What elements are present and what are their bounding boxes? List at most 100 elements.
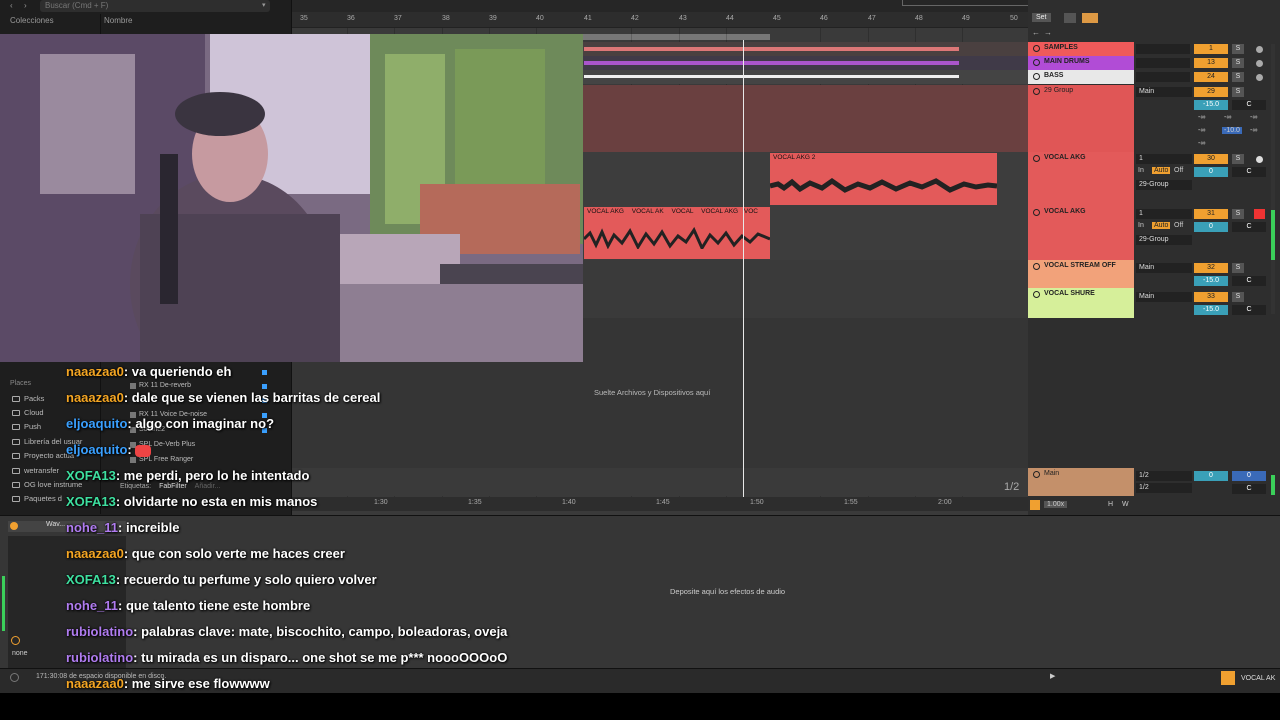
track-samples[interactable]: SAMPLES — [1028, 42, 1134, 56]
monitor-auto[interactable]: Auto — [1152, 222, 1171, 229]
volume-field[interactable]: -15.0 — [1194, 276, 1228, 286]
send-value[interactable]: -∞ — [1250, 114, 1257, 121]
time-ruler[interactable]: 1:30 1:35 1:40 1:45 1:50 1:55 2:00 — [292, 497, 1028, 511]
track-vocal-akg-2[interactable]: VOCAL AKG — [1028, 206, 1134, 260]
track-29-group[interactable]: 29 Group — [1028, 85, 1134, 152]
monitor-off[interactable]: Off — [1174, 167, 1183, 174]
monitor-off[interactable]: Off — [1174, 222, 1183, 229]
track-number[interactable]: 32 — [1194, 263, 1228, 273]
volume-field[interactable]: -15.0 — [1194, 305, 1228, 315]
place-cloud[interactable]: Cloud — [12, 406, 44, 419]
lane-main[interactable]: 1/2 — [292, 468, 1028, 496]
fold-icon[interactable] — [1033, 291, 1040, 298]
arm-icon[interactable] — [1256, 74, 1263, 81]
solo-button[interactable]: S — [1232, 87, 1244, 97]
place-push[interactable]: Push — [12, 420, 41, 433]
arrow-right-icon[interactable]: → — [1044, 28, 1052, 37]
fold-icon[interactable] — [1033, 155, 1040, 162]
device-item[interactable]: SPL Free Ranger — [130, 456, 193, 463]
device-power-icon[interactable] — [10, 522, 18, 530]
preset-none[interactable]: none — [12, 650, 28, 657]
pan-field[interactable]: C — [1232, 222, 1266, 232]
monitor-in[interactable]: In — [1138, 167, 1144, 174]
solo-button[interactable]: S — [1232, 72, 1244, 82]
fold-icon[interactable] — [1033, 263, 1040, 270]
fold-icon[interactable] — [1033, 59, 1040, 66]
h-button[interactable]: H — [1108, 501, 1113, 508]
output-routing[interactable]: 29-Group — [1136, 180, 1192, 190]
solo-button[interactable]: S — [1232, 154, 1244, 164]
device-item[interactable]: RX 11 De-reverb — [130, 382, 191, 389]
output-routing[interactable]: Main — [1136, 263, 1192, 273]
volume-field[interactable]: 0 — [1194, 222, 1228, 232]
track-bass[interactable]: BASS — [1028, 70, 1134, 84]
track-vocal-akg-1[interactable]: VOCAL AKG — [1028, 152, 1134, 206]
selected-track-indicator[interactable]: VOCAL AK — [1221, 669, 1275, 687]
pan-field[interactable]: C — [1232, 484, 1266, 494]
fold-icon[interactable] — [1033, 45, 1040, 52]
expand-icon[interactable] — [1064, 13, 1076, 23]
output-routing[interactable]: Main — [1136, 292, 1192, 302]
pan-field[interactable]: C — [1232, 305, 1266, 315]
arm-icon[interactable] — [1256, 60, 1263, 67]
track-vocal-stream-off[interactable]: VOCAL STREAM OFF — [1028, 260, 1134, 288]
w-button[interactable]: W — [1122, 501, 1129, 508]
solo-button[interactable]: S — [1232, 263, 1244, 273]
name-column-header[interactable]: Nombre — [104, 16, 132, 25]
cue-volume-field[interactable]: 0 — [1232, 471, 1266, 481]
track-number[interactable]: 30 — [1194, 154, 1228, 164]
solo-button[interactable]: S — [1232, 44, 1244, 54]
fold-icon[interactable] — [1033, 73, 1040, 80]
pan-field[interactable]: C — [1232, 167, 1266, 177]
track-main-drums[interactable]: MAIN DRUMS — [1028, 56, 1134, 70]
send-value[interactable]: -∞ — [1198, 127, 1205, 134]
place-paquetes[interactable]: Paquetes d — [12, 492, 62, 505]
track-number[interactable]: 24 — [1194, 72, 1228, 82]
place-current-project[interactable]: Proyecto actua — [12, 449, 74, 462]
track-number[interactable]: 33 — [1194, 292, 1228, 302]
follow-icon[interactable] — [1030, 500, 1040, 510]
send-value[interactable]: -10.0 — [1222, 127, 1242, 134]
input-channel[interactable]: 1 — [1136, 154, 1192, 164]
volume-field[interactable]: -15.0 — [1194, 100, 1228, 110]
solo-button[interactable]: S — [1232, 209, 1244, 219]
input-channel[interactable]: 1 — [1136, 209, 1192, 219]
browser-search-input[interactable]: Buscar (Cmd + F) — [40, 0, 270, 12]
place-packs[interactable]: Packs — [12, 392, 44, 405]
track-number[interactable]: 29 — [1194, 87, 1228, 97]
arrow-left-icon[interactable]: ← — [1032, 28, 1040, 37]
output-routing[interactable]: 29-Group — [1136, 235, 1192, 245]
fold-icon[interactable] — [1033, 209, 1040, 216]
play-arrow-icon[interactable]: ▶ — [1050, 672, 1055, 680]
monitor-in[interactable]: In — [1138, 222, 1144, 229]
loop-brace[interactable] — [582, 34, 770, 40]
volume-field[interactable]: 0 — [1194, 471, 1228, 481]
track-main[interactable]: Main — [1028, 468, 1134, 496]
solo-button[interactable]: S — [1232, 58, 1244, 68]
record-lock-icon[interactable] — [1082, 13, 1098, 23]
knob-icon[interactable] — [11, 636, 20, 645]
beat-ruler[interactable]: 35 36 37 38 39 40 41 42 43 44 45 46 47 4… — [292, 12, 1028, 40]
arm-icon[interactable] — [1256, 156, 1263, 163]
solo-button[interactable]: S — [1232, 292, 1244, 302]
send-value[interactable]: -∞ — [1224, 114, 1231, 121]
back-icon[interactable]: ‹ — [10, 1, 13, 10]
set-button[interactable]: Set — [1032, 13, 1051, 22]
send-value[interactable]: -∞ — [1250, 127, 1257, 134]
clip-vocal-akg-2[interactable]: VOCAL AKG 2 — [770, 153, 997, 205]
fold-icon[interactable] — [1033, 88, 1040, 95]
arm-icon[interactable] — [1254, 209, 1265, 219]
pan-field[interactable]: C — [1232, 276, 1266, 286]
track-number[interactable]: 31 — [1194, 209, 1228, 219]
monitor-auto[interactable]: Auto — [1152, 167, 1171, 174]
place-wetransfer[interactable]: wetransfer — [12, 464, 59, 477]
track-vocal-shure[interactable]: VOCAL SHURE — [1028, 288, 1134, 318]
search-dropdown-icon[interactable]: ▾ — [262, 1, 266, 9]
main-input[interactable]: 1/2 — [1136, 471, 1192, 481]
track-number[interactable]: 13 — [1194, 58, 1228, 68]
volume-field[interactable]: 0 — [1194, 167, 1228, 177]
zoom-field[interactable]: 1.00x — [1044, 501, 1068, 508]
main-output[interactable]: 1/2 — [1136, 483, 1192, 493]
send-value[interactable]: -∞ — [1198, 114, 1205, 121]
output-routing[interactable]: Main — [1136, 87, 1192, 97]
